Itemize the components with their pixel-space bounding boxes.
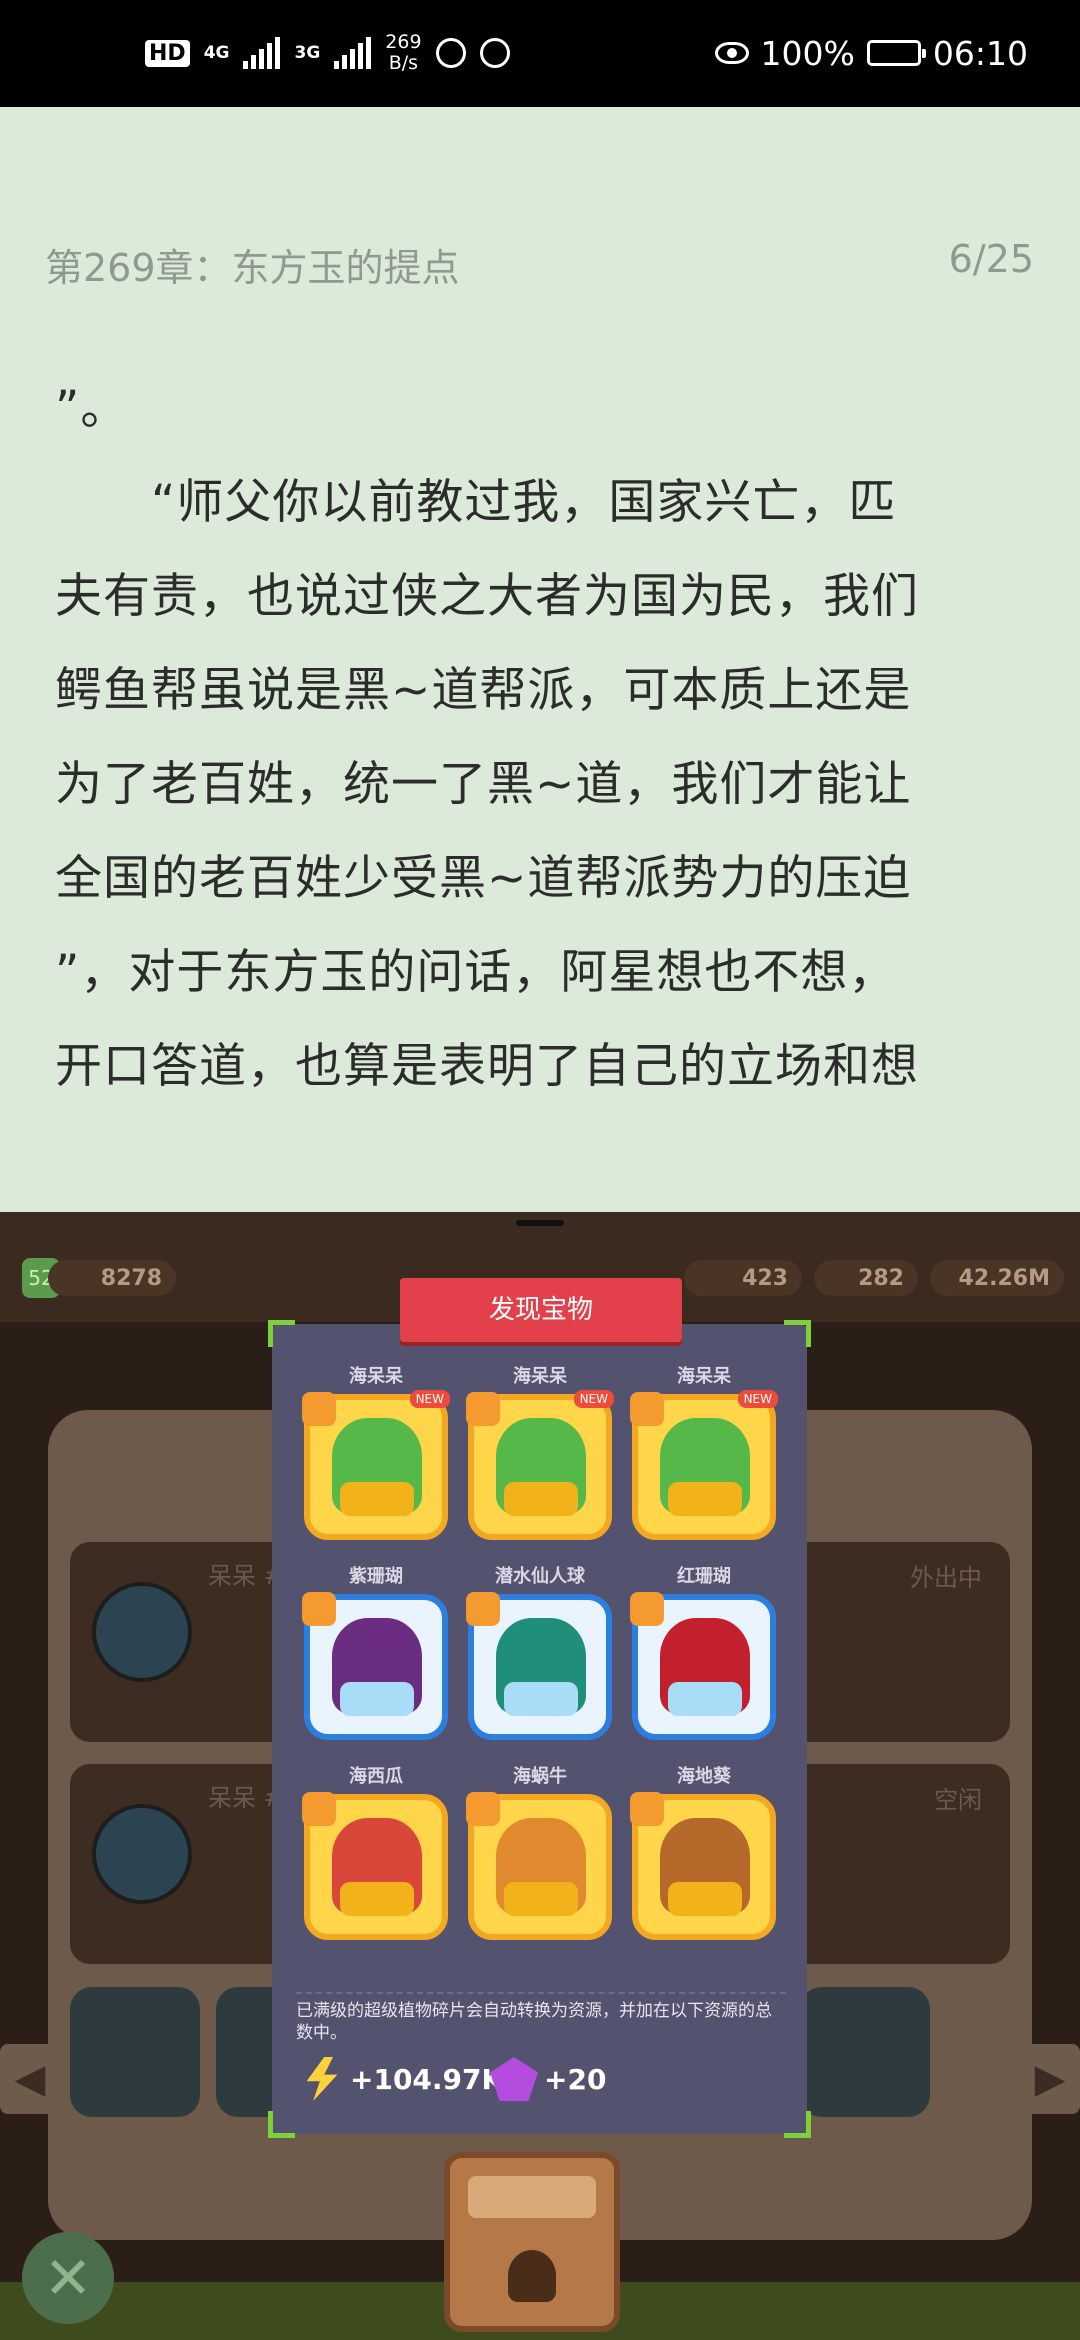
- status-right: 100% 06:10: [714, 28, 1028, 78]
- gem-icon: [490, 2057, 538, 2101]
- text-line: 开口答道，也算是表明了自己的立场和想: [55, 1039, 919, 1094]
- puzzle-piece-icon: [466, 1592, 500, 1626]
- page-number: 6/25: [948, 237, 1034, 281]
- pot-icon: [340, 1882, 414, 1916]
- character-slot: [70, 1987, 200, 2117]
- arrow-left-icon[interactable]: ◀: [0, 2044, 60, 2114]
- drag-handle[interactable]: [516, 1220, 564, 1226]
- energy-reward-value: +104.97K: [350, 2062, 504, 2096]
- chapter-title: 第269章：东方玉的提点: [45, 246, 460, 290]
- item-label: 海呆呆: [513, 1366, 567, 1387]
- item-label: 海呆呆: [349, 1366, 403, 1387]
- item-tile: NEW: [630, 1390, 778, 1540]
- explorer-status: 外出中: [910, 1564, 982, 1592]
- item-label: 海地葵: [677, 1766, 731, 1787]
- text-line: ”。: [55, 381, 129, 436]
- item-tile: [466, 1592, 612, 1740]
- ruby-counter: 282: [814, 1260, 918, 1296]
- pot-icon: [504, 1482, 578, 1516]
- chest-lid: [468, 2176, 596, 2218]
- network-type-2: 3G: [294, 42, 321, 63]
- corner-mark: [784, 2111, 811, 2138]
- signal-icon: [243, 37, 281, 69]
- treasure-chest-button[interactable]: [444, 2152, 620, 2332]
- avatar: [92, 1582, 192, 1682]
- item-tile: [630, 1792, 776, 1940]
- item-tile: [302, 1792, 448, 1940]
- character-slot: [800, 1987, 930, 2117]
- coin-counter: 8278: [48, 1260, 176, 1296]
- corner-mark: [268, 1320, 295, 1347]
- clock: 06:10: [932, 33, 1028, 73]
- arrow-right-icon[interactable]: ▶: [1020, 2044, 1080, 2114]
- item-tile: NEW: [302, 1390, 450, 1540]
- item-label: 潜水仙人球: [495, 1566, 585, 1587]
- energy-counter: 42.26M: [930, 1260, 1064, 1296]
- item-tile: [466, 1792, 612, 1940]
- item-label: 海蜗牛: [513, 1766, 567, 1787]
- pot-icon: [340, 1482, 414, 1516]
- puzzle-piece-icon: [302, 1792, 336, 1826]
- status-left: HD 4G 3G 269 B/s: [145, 28, 510, 78]
- lightning-icon: [306, 2057, 338, 2101]
- item-label: 海西瓜: [349, 1766, 403, 1787]
- eye-comfort-icon: [714, 42, 749, 64]
- reader-page[interactable]: 第269章：东方玉的提点 6/25 ”。 “师父你以前教过我，国家兴亡，匹 夫有…: [0, 107, 1080, 1212]
- pot-icon: [668, 1682, 742, 1716]
- app-notification-icon: [479, 38, 510, 68]
- avatar: [92, 1804, 192, 1904]
- text-line: 鳄鱼帮虽说是黑~道帮派，可本质上还是: [55, 663, 912, 718]
- puzzle-piece-icon: [466, 1792, 500, 1826]
- new-badge: NEW: [737, 1390, 778, 1408]
- pot-icon: [340, 1682, 414, 1716]
- close-icon[interactable]: ✕: [22, 2232, 114, 2324]
- text-line: 夫有责，也说过侠之大者为国为民，我们: [55, 569, 919, 624]
- sync-icon: [435, 38, 466, 68]
- new-badge: NEW: [573, 1390, 614, 1408]
- game-ad-panel[interactable]: 52 8278 423 282 42.26M 呆呆 #1 外出中 呆呆 #2 空…: [0, 1212, 1080, 2340]
- puzzle-piece-icon: [302, 1392, 336, 1426]
- puzzle-piece-icon: [630, 1392, 664, 1426]
- item-tile: NEW: [466, 1390, 614, 1540]
- gem-counter: 423: [684, 1260, 802, 1296]
- item-label: 海呆呆: [677, 1366, 731, 1387]
- text-line: 为了老百姓，统一了黑~道，我们才能让: [55, 757, 912, 812]
- explorer-status: 空闲: [934, 1786, 982, 1814]
- new-badge: NEW: [409, 1390, 450, 1408]
- corner-mark: [784, 1320, 811, 1347]
- divider: [296, 1992, 786, 1994]
- battery-icon: [866, 40, 926, 66]
- energy-reward: +104.97K: [300, 2054, 503, 2104]
- puzzle-piece-icon: [466, 1392, 500, 1426]
- item-label: 紫珊瑚: [349, 1566, 403, 1587]
- battery-percent: 100%: [760, 33, 855, 73]
- gem-reward-value: +20: [544, 2062, 607, 2096]
- gem-reward: +20: [490, 2054, 606, 2104]
- pot-icon: [504, 1682, 578, 1716]
- hd-badge: HD: [145, 39, 190, 67]
- sprout-icon: [508, 2250, 556, 2302]
- pot-icon: [504, 1882, 578, 1916]
- pot-icon: [668, 1882, 742, 1916]
- text-line: ”，对于东方玉的问话，阿星想也不想，: [55, 945, 897, 1000]
- chapter-content: ”。 “师父你以前教过我，国家兴亡，匹 夫有责，也说过侠之大者为国为民，我们 鳄…: [55, 362, 1035, 1114]
- puzzle-piece-icon: [630, 1592, 664, 1626]
- network-type-1: 4G: [203, 42, 230, 63]
- puzzle-piece-icon: [302, 1592, 336, 1626]
- corner-mark: [268, 2111, 295, 2138]
- network-speed: 269 B/s: [385, 32, 421, 74]
- signal-icon: [334, 37, 372, 69]
- conversion-note: 已满级的超级植物碎片会自动转换为资源，并加在以下资源的总数中。: [296, 2001, 772, 2043]
- modal-title: 发现宝物: [400, 1278, 682, 1342]
- speed-value: 269: [385, 31, 422, 53]
- speed-unit: B/s: [388, 52, 419, 74]
- item-tile: [630, 1592, 776, 1740]
- pot-icon: [668, 1482, 742, 1516]
- text-line: “师父你以前教过我，国家兴亡，匹: [55, 475, 897, 530]
- item-label: 红珊瑚: [677, 1566, 731, 1587]
- item-tile: [302, 1592, 448, 1740]
- puzzle-piece-icon: [630, 1792, 664, 1826]
- status-bar: HD 4G 3G 269 B/s 100% 06:10: [0, 0, 1080, 107]
- text-line: 全国的老百姓少受黑~道帮派势力的压迫: [55, 851, 912, 906]
